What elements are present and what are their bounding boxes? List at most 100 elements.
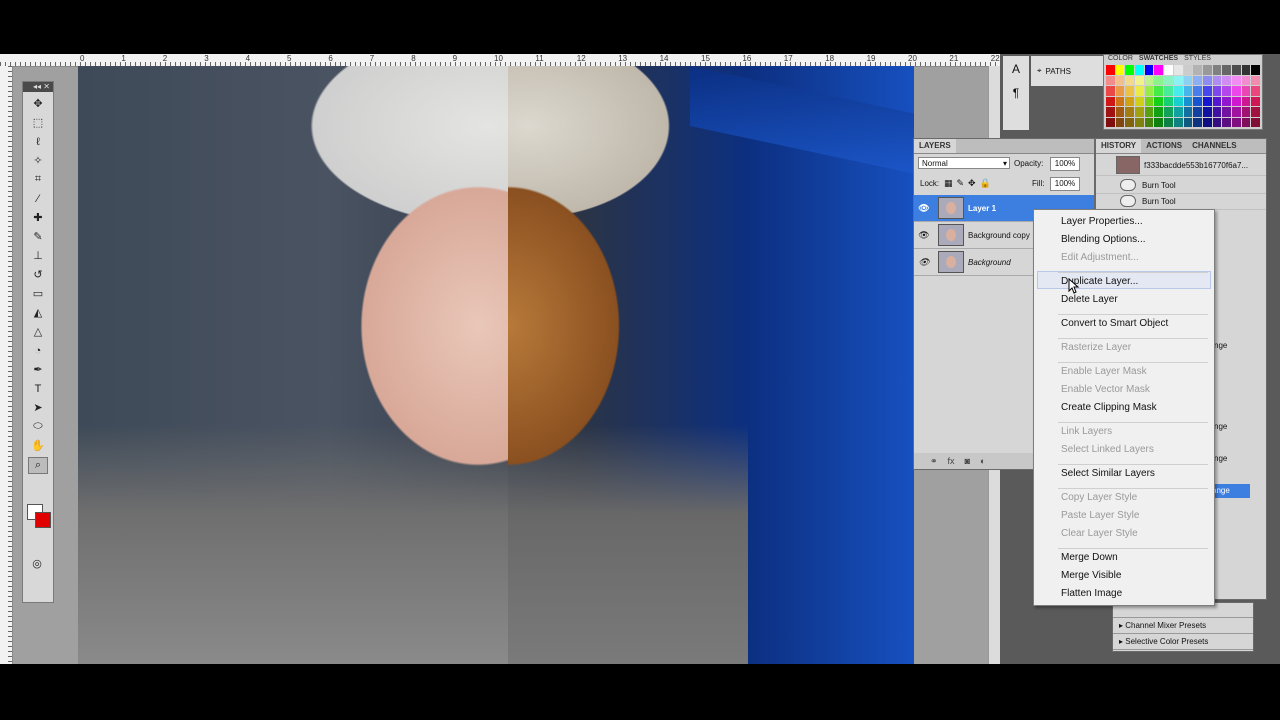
swatch-cell[interactable]: [1164, 107, 1173, 117]
swatch-cell[interactable]: [1135, 117, 1144, 127]
swatch-cell[interactable]: [1144, 86, 1154, 96]
eyedropper-tool-icon[interactable]: ⁄: [29, 191, 47, 206]
shape-tool-icon[interactable]: ⬭: [29, 419, 47, 434]
history-brush-tool-icon[interactable]: ↺: [29, 267, 47, 282]
swatch-cell[interactable]: [1135, 75, 1144, 85]
lasso-tool-icon[interactable]: ℓ: [29, 134, 47, 149]
swatch-cell[interactable]: [1154, 75, 1164, 85]
swatch-cell[interactable]: [1144, 75, 1154, 85]
swatch-cell[interactable]: [1202, 86, 1212, 96]
swatch-cell[interactable]: [1241, 86, 1251, 96]
history-item-selected[interactable]: ange: [1210, 484, 1250, 498]
tab-styles[interactable]: STYLES: [1184, 55, 1211, 63]
swatch-cell[interactable]: [1212, 65, 1222, 75]
swatch-cell[interactable]: [1144, 117, 1154, 127]
swatch-cell[interactable]: [1125, 117, 1135, 127]
swatch-cell[interactable]: [1144, 65, 1154, 75]
swatch-cell[interactable]: [1251, 117, 1260, 127]
swatch-cell[interactable]: [1144, 96, 1154, 106]
magic-wand-tool-icon[interactable]: ✧: [29, 153, 47, 168]
paths-panel-tab[interactable]: ⌖ PATHS: [1031, 56, 1103, 86]
link-layers-icon[interactable]: ⚭: [930, 456, 938, 467]
paint-bucket-tool-icon[interactable]: ◭: [29, 305, 47, 320]
swatch-cell[interactable]: [1135, 86, 1144, 96]
tools-panel-header[interactable]: ◂◂ ✕: [23, 82, 53, 92]
swatch-cell[interactable]: [1125, 86, 1135, 96]
swatch-cell[interactable]: [1183, 107, 1193, 117]
swatch-cell[interactable]: [1115, 86, 1125, 96]
swatch-cell[interactable]: [1212, 107, 1222, 117]
swatch-cell[interactable]: [1164, 117, 1173, 127]
swatch-cell[interactable]: [1173, 75, 1183, 85]
swatch-cell[interactable]: [1154, 86, 1164, 96]
history-item[interactable]: Burn Tool: [1096, 177, 1266, 194]
swatch-cell[interactable]: [1125, 107, 1135, 117]
swatch-cell[interactable]: [1231, 75, 1241, 85]
swatch-cell[interactable]: [1106, 96, 1115, 106]
swatch-cell[interactable]: [1202, 96, 1212, 106]
swatch-cell[interactable]: [1183, 65, 1193, 75]
pen-tool-icon[interactable]: ✒: [29, 362, 47, 377]
tab-color[interactable]: COLOR: [1108, 55, 1133, 63]
swatch-cell[interactable]: [1193, 107, 1202, 117]
swatch-cell[interactable]: [1164, 96, 1173, 106]
swatch-cell[interactable]: [1164, 86, 1173, 96]
move-tool-icon[interactable]: ✥: [29, 96, 47, 111]
swatch-grid[interactable]: [1106, 65, 1260, 127]
swatch-cell[interactable]: [1115, 107, 1125, 117]
document-canvas[interactable]: [78, 66, 914, 664]
swatch-cell[interactable]: [1212, 75, 1222, 85]
character-icon[interactable]: A: [1003, 62, 1029, 76]
swatch-cell[interactable]: [1135, 107, 1144, 117]
swatch-cell[interactable]: [1106, 107, 1115, 117]
swatch-cell[interactable]: [1154, 117, 1164, 127]
swatch-cell[interactable]: [1115, 65, 1125, 75]
eye-icon[interactable]: 👁: [914, 203, 934, 214]
history-item[interactable]: Burn Tool: [1096, 193, 1266, 210]
type-tool-icon[interactable]: T: [29, 381, 47, 396]
menu-item-create-clipping-mask[interactable]: Create Clipping Mask: [1061, 402, 1157, 414]
swatch-cell[interactable]: [1106, 65, 1115, 75]
paragraph-icon[interactable]: ¶: [1003, 86, 1029, 100]
swatch-cell[interactable]: [1135, 96, 1144, 106]
swatch-cell[interactable]: [1193, 117, 1202, 127]
swatch-cell[interactable]: [1154, 65, 1164, 75]
adjustment-layer-icon[interactable]: ◐: [980, 456, 985, 466]
swatch-cell[interactable]: [1173, 117, 1183, 127]
swatch-cell[interactable]: [1115, 96, 1125, 106]
menu-item-merge-down[interactable]: Merge Down: [1061, 552, 1118, 564]
blur-tool-icon[interactable]: △: [29, 324, 47, 339]
adjustment-preset-item[interactable]: ▸ Selective Color Presets: [1113, 634, 1253, 650]
path-selection-tool-icon[interactable]: ➤: [29, 400, 47, 415]
swatch-cell[interactable]: [1241, 107, 1251, 117]
swatch-cell[interactable]: [1251, 86, 1260, 96]
swatch-cell[interactable]: [1154, 96, 1164, 106]
menu-item-delete-layer[interactable]: Delete Layer: [1061, 294, 1118, 306]
swatch-cell[interactable]: [1231, 65, 1241, 75]
swatch-cell[interactable]: [1106, 117, 1115, 127]
menu-item-flatten-image[interactable]: Flatten Image: [1061, 588, 1122, 600]
swatch-cell[interactable]: [1212, 86, 1222, 96]
brush-tool-icon[interactable]: ✎: [29, 229, 47, 244]
swatch-cell[interactable]: [1222, 117, 1231, 127]
menu-item-select-similar-layers[interactable]: Select Similar Layers: [1061, 468, 1155, 480]
swatch-cell[interactable]: [1106, 86, 1115, 96]
swatch-cell[interactable]: [1222, 75, 1231, 85]
history-snapshot[interactable]: f333bacdde553b16770f6a7...: [1096, 155, 1266, 176]
swatch-cell[interactable]: [1164, 75, 1173, 85]
swatch-cell[interactable]: [1173, 86, 1183, 96]
zoom-tool-icon[interactable]: ⌕: [28, 457, 48, 474]
swatch-cell[interactable]: [1251, 96, 1260, 106]
swatch-cell[interactable]: [1106, 75, 1115, 85]
swatch-cell[interactable]: [1183, 96, 1193, 106]
background-color-swatch[interactable]: [35, 512, 51, 528]
swatch-cell[interactable]: [1193, 86, 1202, 96]
swatch-cell[interactable]: [1125, 96, 1135, 106]
swatch-cell[interactable]: [1241, 65, 1251, 75]
menu-item-convert-to-smart-object[interactable]: Convert to Smart Object: [1061, 318, 1168, 330]
swatch-cell[interactable]: [1202, 107, 1212, 117]
tab-channels[interactable]: CHANNELS: [1187, 139, 1241, 153]
swatch-cell[interactable]: [1173, 65, 1183, 75]
menu-item-blending-options[interactable]: Blending Options...: [1061, 234, 1146, 246]
swatch-cell[interactable]: [1144, 107, 1154, 117]
